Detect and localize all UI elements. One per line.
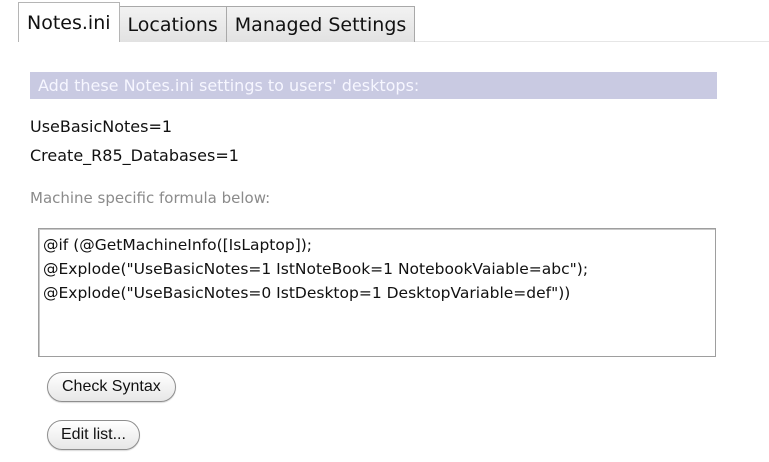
tab-locations[interactable]: Locations [118, 6, 227, 42]
formula-label: Machine specific formula below: [30, 189, 271, 207]
tab-managed-settings[interactable]: Managed Settings [225, 6, 416, 42]
tab-bar: Notes.ini Locations Managed Settings [18, 0, 416, 42]
formula-line: @if (@GetMachineInfo([IsLaptop]); [43, 236, 313, 254]
formula-line: @Explode("UseBasicNotes=1 IstNoteBook=1 … [43, 260, 589, 278]
setting-line: Create_R85_Databases=1 [30, 146, 239, 165]
tab-notes-ini[interactable]: Notes.ini [18, 2, 120, 42]
notes-ini-settings-page: Notes.ini Locations Managed Settings Add… [0, 0, 769, 462]
edit-list-button[interactable]: Edit list... [47, 420, 140, 450]
setting-line: UseBasicNotes=1 [30, 117, 173, 136]
formula-line: @Explode("UseBasicNotes=0 IstDesktop=1 D… [43, 284, 571, 302]
section-header: Add these Notes.ini settings to users' d… [30, 72, 717, 99]
formula-textarea[interactable]: @if (@GetMachineInfo([IsLaptop]); @Explo… [38, 228, 716, 357]
check-syntax-button[interactable]: Check Syntax [47, 372, 176, 402]
